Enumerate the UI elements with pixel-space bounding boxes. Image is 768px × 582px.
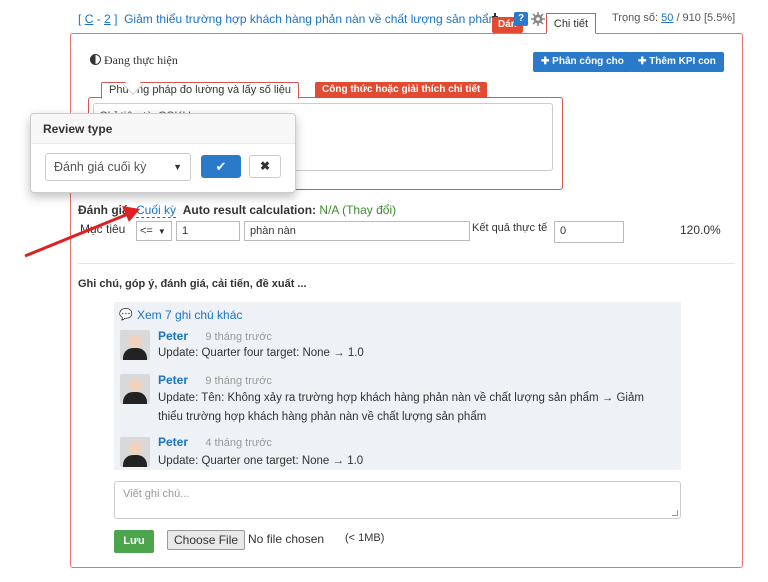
gear-icon[interactable] bbox=[531, 12, 545, 26]
avatar[interactable] bbox=[120, 330, 150, 360]
status-indicator: Đang thực hiện bbox=[90, 53, 178, 68]
kpi-header: [ C - 2 ] Giảm thiểu trường hợp khách hà… bbox=[78, 12, 499, 26]
comment-author[interactable]: Peter bbox=[158, 373, 188, 387]
comment-author[interactable]: Peter bbox=[158, 435, 188, 449]
resize-handle-icon[interactable] bbox=[672, 510, 678, 516]
avatar[interactable] bbox=[120, 437, 150, 467]
assign-label: Phân công cho bbox=[552, 56, 624, 67]
target-label: Mục tiêu bbox=[80, 222, 126, 236]
confirm-button[interactable]: ✔ bbox=[201, 155, 241, 178]
comment-author[interactable]: Peter bbox=[158, 329, 188, 343]
cancel-button[interactable]: ✖ bbox=[249, 155, 281, 178]
chat-icon: 💬 bbox=[119, 309, 133, 321]
notes-title: Ghi chú, góp ý, đánh giá, cải tiến, đề x… bbox=[78, 278, 307, 290]
auto-calc-label: Auto result calculation: bbox=[182, 203, 317, 217]
status-label: Đang thực hiện bbox=[104, 53, 178, 67]
bracket-close: ] bbox=[114, 12, 118, 26]
review-type-popover: Review type Đánh giá cuối kỳ ▼ ✔ ✖ bbox=[30, 113, 296, 193]
code-dash: - bbox=[96, 12, 101, 26]
evaluation-value-link[interactable]: Cuối kỳ bbox=[136, 203, 177, 218]
evaluation-row: Đánh giá: Cuối kỳ Auto result calculatio… bbox=[78, 203, 396, 218]
assign-button[interactable]: ✚ Phân công cho bbox=[533, 52, 632, 72]
comment-header: Peter 9 tháng trước bbox=[158, 373, 272, 387]
more-comments-label: Xem 7 ghi chú khác bbox=[137, 308, 243, 322]
save-button[interactable]: Lưu bbox=[114, 530, 154, 553]
evaluation-label: Đánh giá: bbox=[78, 203, 133, 217]
plus-icon: ✚ bbox=[638, 56, 647, 67]
more-comments-link[interactable]: 💬 Xem 7 ghi chú khác bbox=[119, 308, 243, 322]
completion-percent: 120.0% bbox=[680, 223, 721, 237]
code-c-link[interactable]: C bbox=[85, 12, 94, 26]
comment-header: Peter 4 tháng trước bbox=[158, 435, 272, 449]
comment-text: Update: Quarter four target: None → 1.0 bbox=[158, 347, 364, 359]
review-type-value: Đánh giá cuối kỳ bbox=[54, 160, 147, 174]
close-icon: ✖ bbox=[259, 159, 271, 173]
caret-down-icon: ▼ bbox=[157, 227, 166, 236]
comment-text: Update: Quarter one target: None → 1.0 bbox=[158, 455, 364, 467]
bracket-open: [ bbox=[78, 12, 82, 26]
auto-calc-value-link[interactable]: N/A (Thay đổi) bbox=[319, 203, 396, 217]
choose-file-button[interactable]: Choose File bbox=[167, 530, 246, 550]
toggle-icon bbox=[90, 54, 101, 65]
comment-header: Peter 9 tháng trước bbox=[158, 329, 272, 343]
comment-text: Update: Tên: Không xảy ra trường hợp khá… bbox=[158, 392, 644, 404]
avatar[interactable] bbox=[120, 374, 150, 404]
comment-text-continued: thiểu trường hợp khách hàng phản nàn về … bbox=[158, 411, 487, 423]
note-input[interactable]: Viết ghi chú... bbox=[114, 481, 681, 519]
file-size-limit: (< 1MB) bbox=[345, 532, 385, 544]
target-value-input[interactable]: 1 bbox=[176, 221, 240, 241]
weight-value-link[interactable]: 50 bbox=[661, 12, 673, 24]
weight-info: Trọng số: 50 / 910 [5.5%] bbox=[612, 12, 735, 24]
weight-total: / 910 [5.5%] bbox=[676, 12, 736, 24]
operator-select[interactable]: <= ▼ bbox=[136, 221, 172, 241]
caret-down-icon: ▼ bbox=[173, 162, 182, 172]
check-icon: ✔ bbox=[215, 159, 227, 174]
kpi-title-link[interactable]: Giảm thiểu trường hợp khách hàng phản nà… bbox=[124, 12, 499, 26]
actual-result-input[interactable]: 0 bbox=[554, 221, 624, 243]
comment-time: 9 tháng trước bbox=[205, 375, 272, 387]
weight-label: Trọng số: bbox=[612, 12, 659, 24]
comment-time: 4 tháng trước bbox=[205, 437, 272, 449]
actual-result-label: Kết quả thực tế bbox=[472, 222, 548, 234]
target-unit-input[interactable]: phàn nàn bbox=[244, 221, 470, 241]
tab-detail[interactable]: Chi tiết bbox=[546, 13, 596, 34]
plus-icon: ✚ bbox=[541, 56, 550, 67]
comment-time: 9 tháng trước bbox=[205, 331, 272, 343]
add-kpi-label: Thêm KPI con bbox=[649, 56, 716, 67]
help-icon[interactable]: ? bbox=[514, 12, 528, 26]
tab-formula[interactable]: Công thức hoặc giải thích chi tiết bbox=[315, 82, 488, 98]
code-num-link[interactable]: 2 bbox=[104, 12, 111, 26]
popover-title: Review type bbox=[31, 114, 295, 144]
review-type-select[interactable]: Đánh giá cuối kỳ ▼ bbox=[45, 153, 191, 181]
file-status: No file chosen bbox=[248, 532, 325, 546]
add-kpi-button[interactable]: ✚ Thêm KPI con bbox=[630, 52, 724, 72]
operator-value: <= bbox=[140, 225, 153, 237]
divider bbox=[78, 263, 735, 264]
